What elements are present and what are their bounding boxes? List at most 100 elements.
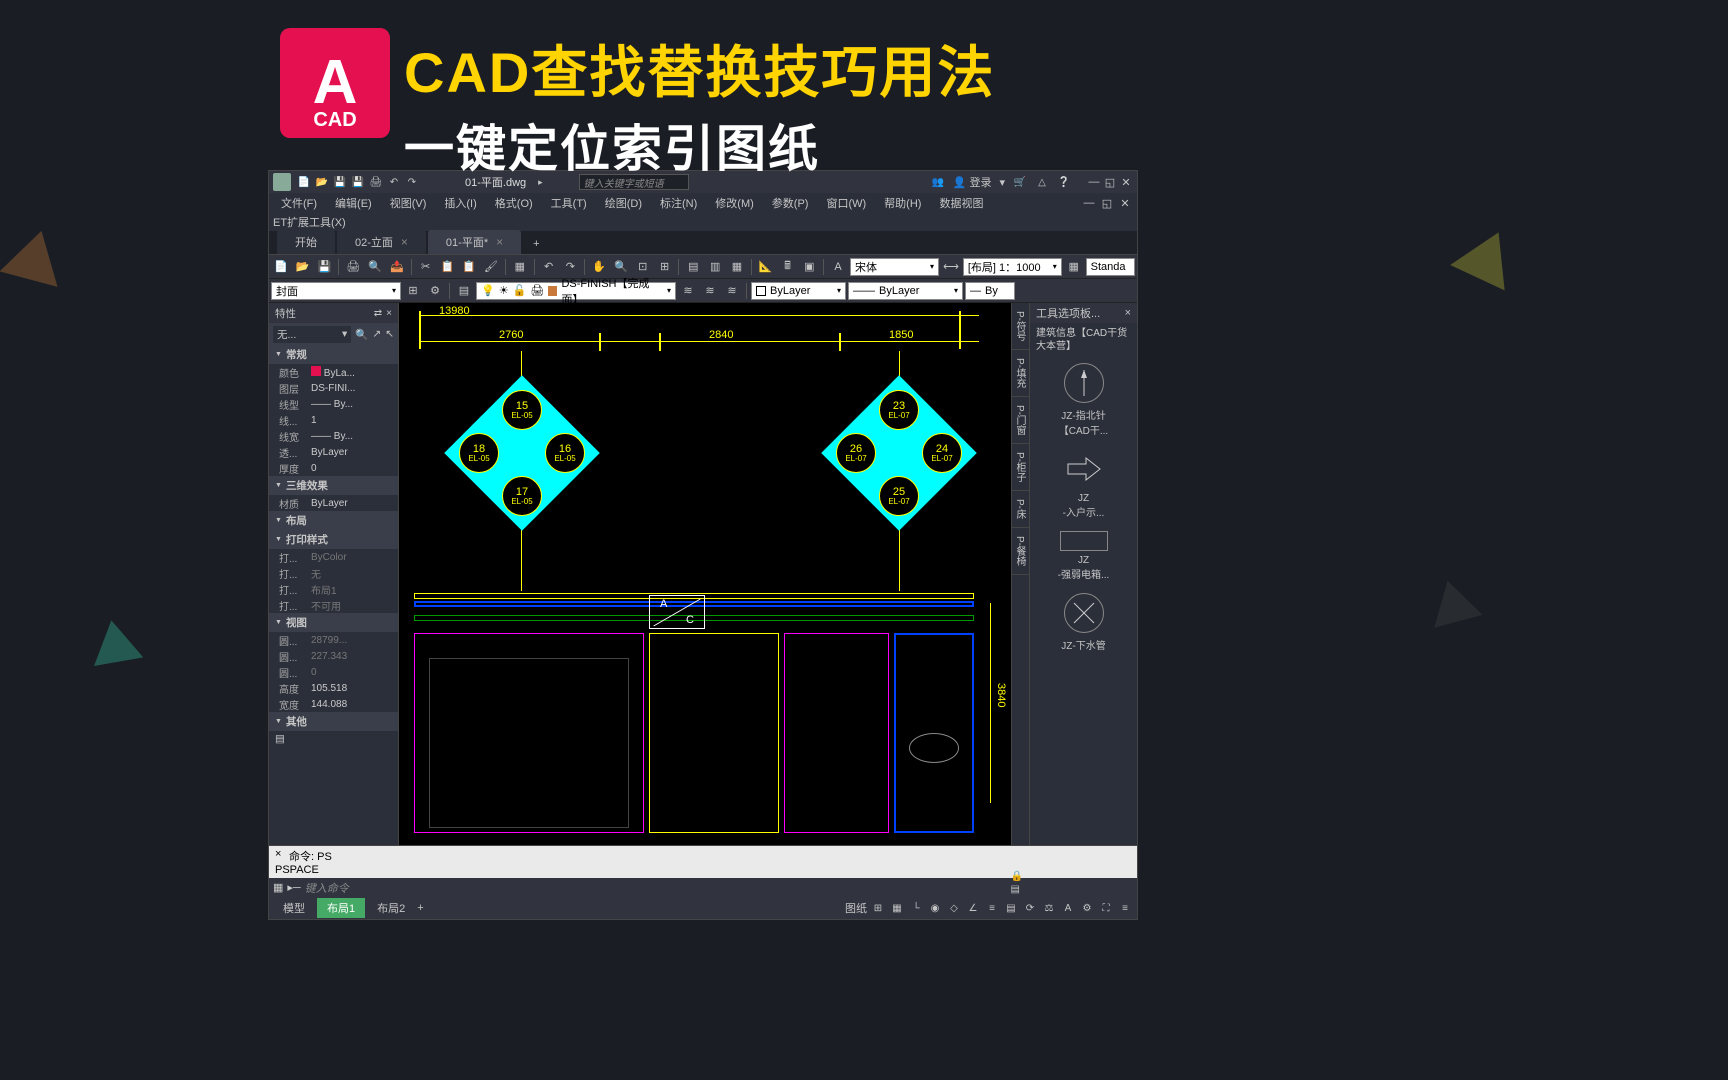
prop-width[interactable]: 宽度144.088 xyxy=(269,696,398,712)
tab-start[interactable]: 开始 xyxy=(277,230,335,254)
publish-icon[interactable]: 📤 xyxy=(387,257,407,277)
match-icon[interactable]: 🖌 xyxy=(481,257,501,277)
palette-item-drain[interactable]: JZ-下水管 xyxy=(1030,587,1137,658)
print-icon[interactable]: 🖨 xyxy=(343,257,363,277)
prop-height[interactable]: 高度105.518 xyxy=(269,680,398,696)
gear-icon[interactable]: ⚙ xyxy=(1079,900,1095,916)
prop-linescale[interactable]: 线...1 xyxy=(269,412,398,428)
close-button[interactable]: ✕ xyxy=(1119,175,1133,189)
otrack-icon[interactable]: ∠ xyxy=(965,900,981,916)
save-icon[interactable]: 💾 xyxy=(315,257,335,277)
gear-icon[interactable]: ⚙ xyxy=(425,281,445,301)
cycle-icon[interactable]: ⟳ xyxy=(1022,900,1038,916)
rtab-bed[interactable]: P-床 xyxy=(1012,491,1029,528)
props-icon[interactable]: ▤ xyxy=(683,257,703,277)
customize-icon[interactable]: ≡ xyxy=(1117,900,1133,916)
calc-icon[interactable]: 🖩 xyxy=(778,257,798,277)
menu-icon[interactable]: ▤ xyxy=(1011,884,1023,895)
zoom-window-icon[interactable]: ⊡ xyxy=(633,257,653,277)
rtab-cabinet[interactable]: P-柜子 xyxy=(1012,444,1029,491)
doc-minimize-button[interactable]: — xyxy=(1081,196,1097,210)
palette-item-electric[interactable]: JZ -强弱电箱... xyxy=(1030,525,1137,587)
prop-color[interactable]: 颜色 ByLa... xyxy=(269,364,398,380)
rtab-door[interactable]: P-门窗 xyxy=(1012,397,1029,444)
menu-tools[interactable]: 工具(T) xyxy=(543,195,595,211)
command-input[interactable]: ▦ ▸─ 键入命令 xyxy=(269,878,1137,897)
section-3d[interactable]: 三维效果 xyxy=(269,476,398,495)
section-printstyle[interactable]: 打印样式 xyxy=(269,530,398,549)
copy-icon[interactable]: 📋 xyxy=(438,257,458,277)
ac-marker[interactable]: A C xyxy=(649,595,705,629)
style-combo[interactable]: Standa xyxy=(1086,258,1136,276)
anno-icon[interactable]: A xyxy=(1060,900,1076,916)
section-other[interactable]: 其他 xyxy=(269,712,398,731)
prop-print4[interactable]: 打...不可用 xyxy=(269,597,398,613)
text-icon[interactable]: A xyxy=(828,257,848,277)
cart-icon[interactable]: 🛒 xyxy=(1013,175,1027,189)
snap-icon[interactable]: ▦ xyxy=(889,900,905,916)
palette-icon[interactable]: ▦ xyxy=(727,257,747,277)
rtab-hatch[interactable]: P-填充 xyxy=(1012,350,1029,397)
sheet-icon[interactable]: ▥ xyxy=(705,257,725,277)
doc-close-button[interactable]: ✕ xyxy=(1117,196,1133,210)
tab-add-button[interactable]: + xyxy=(523,234,549,254)
tab-doc1[interactable]: 02-立面× xyxy=(337,230,426,254)
menu-insert[interactable]: 插入(I) xyxy=(436,195,484,211)
prop-view1[interactable]: 圆...28799... xyxy=(269,632,398,648)
tool-icon[interactable]: ▣ xyxy=(799,257,819,277)
close-icon[interactable]: × xyxy=(401,235,408,249)
lock-icon[interactable]: 🔒 xyxy=(1011,871,1023,882)
tab-layout1[interactable]: 布局1 xyxy=(317,898,365,918)
palette-item-entry[interactable]: JZ -入户示... xyxy=(1030,443,1137,525)
tab-doc2[interactable]: 01-平面*× xyxy=(428,230,521,254)
prop-linetype[interactable]: 线型—— By... xyxy=(269,396,398,412)
menu-dataview[interactable]: 数据视图 xyxy=(931,195,991,211)
layer-tool-icon[interactable]: ≋ xyxy=(722,281,742,301)
font-combo[interactable]: 宋体▾ xyxy=(850,258,939,276)
polar-icon[interactable]: ◉ xyxy=(927,900,943,916)
lineweight-combo[interactable]: —By xyxy=(965,282,1015,300)
pim-button[interactable]: ▤ xyxy=(269,731,398,747)
prop-view3[interactable]: 圆...0 xyxy=(269,664,398,680)
prop-transparency[interactable]: 透...ByLayer xyxy=(269,444,398,460)
prop-view2[interactable]: 圆...227.343 xyxy=(269,648,398,664)
pick-icon[interactable]: ↖ xyxy=(385,328,394,340)
section-general[interactable]: 常规 xyxy=(269,345,398,364)
pan-icon[interactable]: ✋ xyxy=(589,257,609,277)
prop-layer[interactable]: 图层DS-FINI... xyxy=(269,380,398,396)
cut-icon[interactable]: ✂ xyxy=(416,257,436,277)
tab-model[interactable]: 模型 xyxy=(273,898,315,918)
layer-icon[interactable]: ⊞ xyxy=(403,281,423,301)
elevation-marker-right[interactable]: 23EL-07 26EL-07 24EL-07 25EL-07 xyxy=(844,398,954,508)
menu-window[interactable]: 窗口(W) xyxy=(818,195,874,211)
layer-combo[interactable]: 💡 ☀ 🔓 🖨 DS-FINISH【完成面】▾ xyxy=(476,282,676,300)
dim-icon[interactable]: ⟷ xyxy=(941,257,961,277)
layout-combo[interactable]: 封面▾ xyxy=(271,282,401,300)
menu-help[interactable]: 帮助(H) xyxy=(876,195,929,211)
drawing-canvas[interactable]: 13980 2760 2840 1850 3840 15EL-05 18EL-0… xyxy=(399,303,1011,845)
undo-icon[interactable]: ↶ xyxy=(539,257,559,277)
prop-print2[interactable]: 打...无 xyxy=(269,565,398,581)
quick-select-icon[interactable]: 🔍 xyxy=(355,328,368,341)
dock-icon[interactable]: ⇄ xyxy=(374,308,382,319)
prop-print3[interactable]: 打...布局1 xyxy=(269,581,398,597)
color-combo[interactable]: ByLayer▾ xyxy=(751,282,846,300)
new-icon[interactable]: 📄 xyxy=(271,257,291,277)
doc-maximize-button[interactable]: ◱ xyxy=(1099,196,1115,210)
prop-lineweight[interactable]: 线宽—— By... xyxy=(269,428,398,444)
rtab-symbol[interactable]: P-符号 xyxy=(1012,303,1029,350)
block-icon[interactable]: ▦ xyxy=(510,257,530,277)
tool-icon[interactable]: 📐 xyxy=(756,257,776,277)
layer-tool-icon[interactable]: ≋ xyxy=(700,281,720,301)
menu-dimension[interactable]: 标注(N) xyxy=(652,195,705,211)
redo-icon[interactable]: ↷ xyxy=(561,257,581,277)
layer-manage-icon[interactable]: ▤ xyxy=(454,281,474,301)
osnap-icon[interactable]: ◇ xyxy=(946,900,962,916)
open-icon[interactable]: 📂 xyxy=(293,257,313,277)
prop-material[interactable]: 材质ByLayer xyxy=(269,495,398,511)
menu-file[interactable]: 文件(F) xyxy=(273,195,325,211)
tab-layout2[interactable]: 布局2 xyxy=(367,898,415,918)
menu-modify[interactable]: 修改(M) xyxy=(707,195,762,211)
menu-param[interactable]: 参数(P) xyxy=(764,195,817,211)
table-icon[interactable]: ▦ xyxy=(1064,257,1084,277)
